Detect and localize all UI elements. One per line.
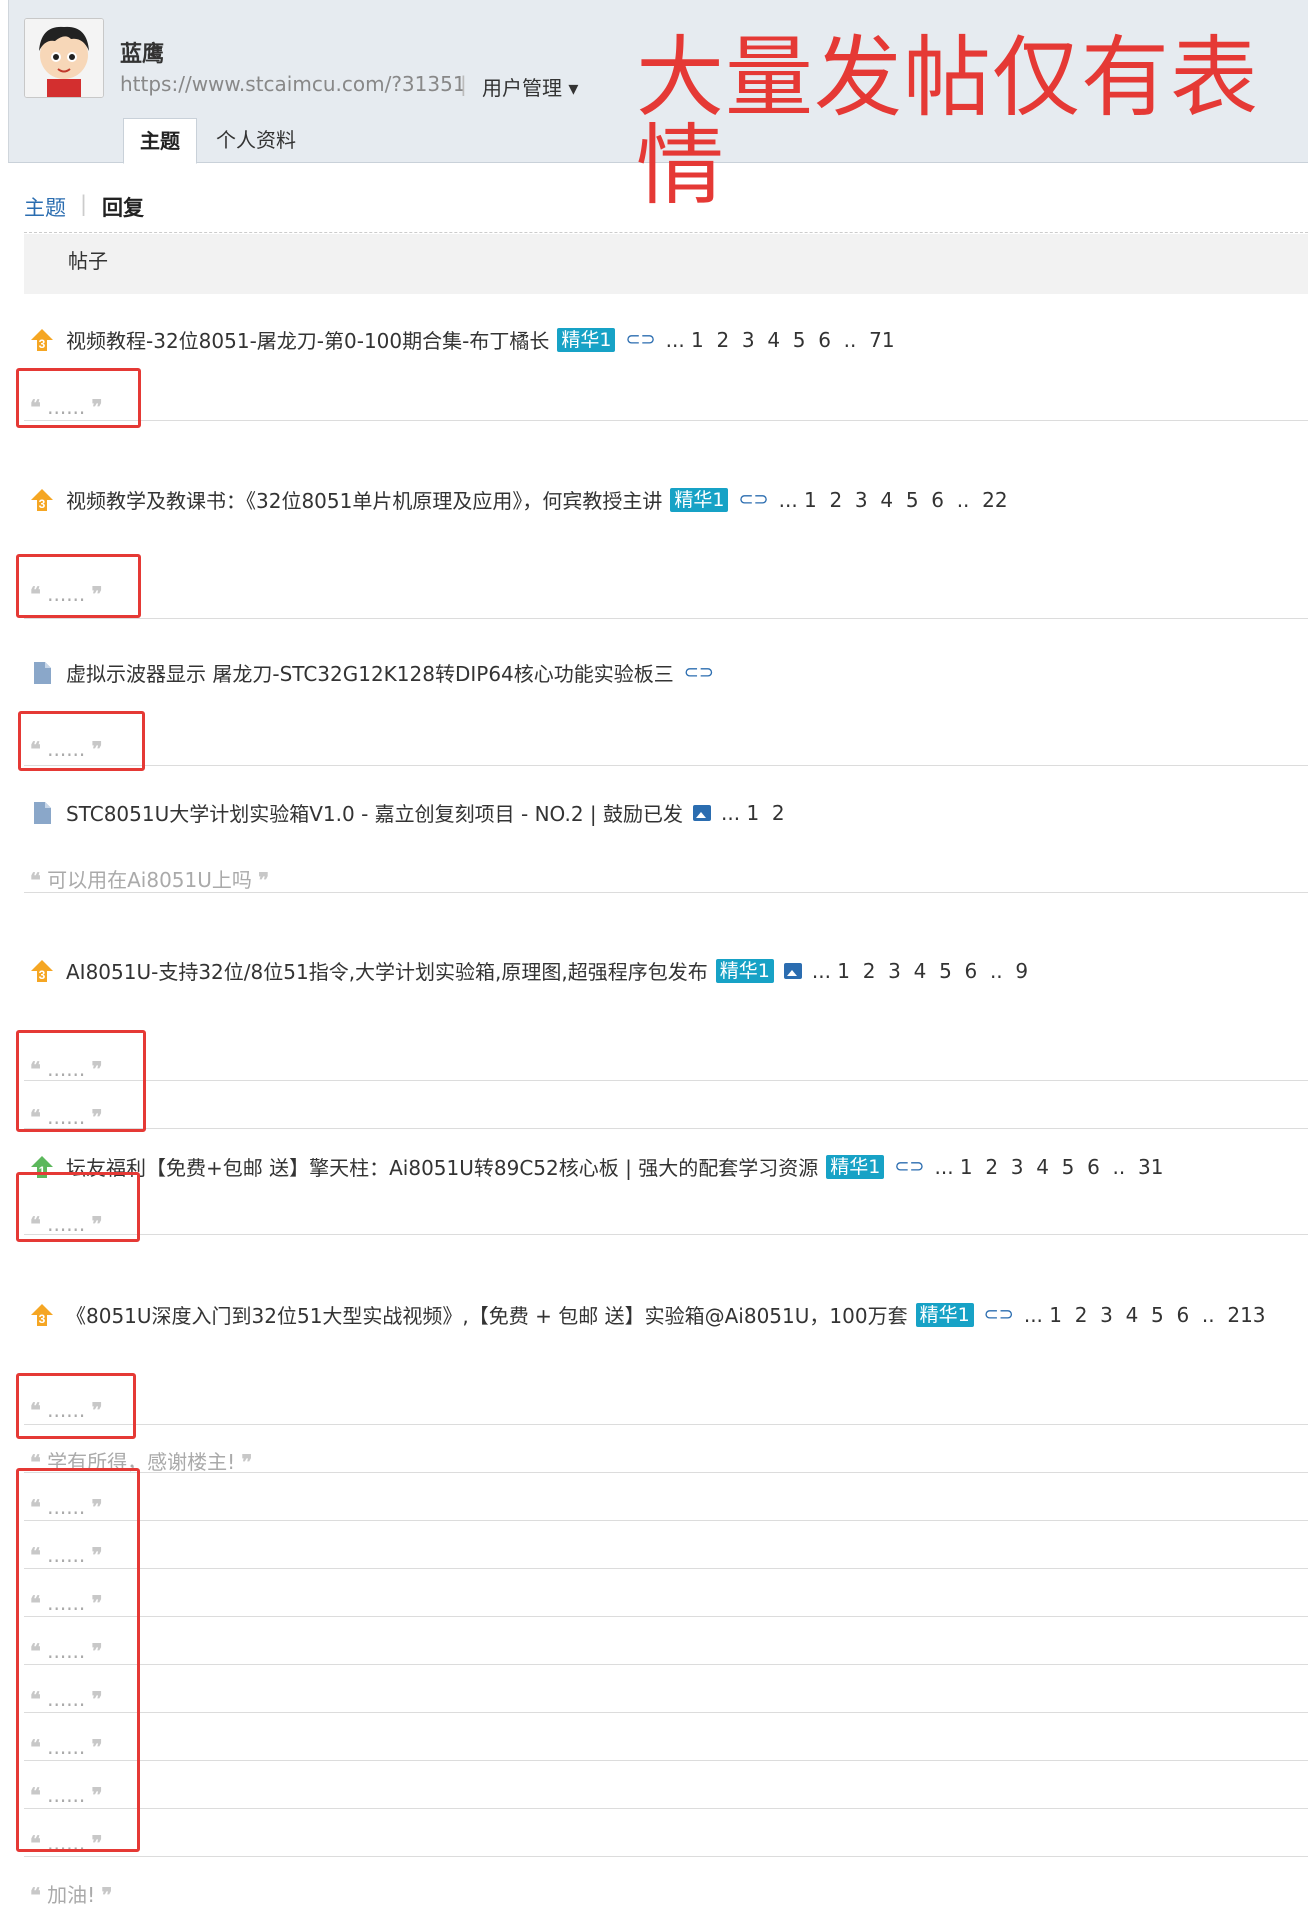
page-links[interactable]: ... 1 2 3 4 5 6 .. 31 (934, 1155, 1163, 1179)
thread-title[interactable]: 《8051U深度入门到32位51大型实战视频》,【免费 + 包邮 送】实验箱@A… (66, 1300, 908, 1329)
digest-badge: 精华1 (670, 487, 729, 512)
hot-3-icon: 3 (30, 1303, 54, 1327)
page-links[interactable]: ... 1 2 3 4 5 6 .. 71 (666, 328, 895, 352)
row-divider (24, 1616, 1308, 1617)
thread-row[interactable]: 3 视频教程-32位8051-屠龙刀-第0-100期合集-布丁橘长 精华1 ⊂⊃...… (30, 325, 895, 354)
hot-3-icon: 3 (30, 488, 54, 512)
annotation-highlight-box (18, 711, 145, 771)
subnav-separator: | (80, 192, 88, 216)
table-header (24, 234, 1308, 294)
user-manage-dropdown[interactable]: 用户管理 ▾ (482, 72, 578, 101)
attachment-icon: ⊂⊃ (683, 662, 714, 683)
digest-badge: 精华1 (826, 1154, 885, 1179)
profile-url[interactable]: https://www.stcaimcu.com/?31351 (120, 72, 466, 96)
tab-topics[interactable]: 主题 (123, 118, 197, 164)
annotation-highlight-box (16, 368, 141, 428)
digest-badge: 精华1 (915, 1302, 974, 1327)
image-icon (783, 962, 802, 979)
divider (24, 232, 1308, 233)
table-header-label: 帖子 (68, 249, 108, 273)
hot-3-icon: 3 (30, 959, 54, 983)
annotation-highlight-box (16, 554, 141, 618)
annotation-highlight-box (16, 1030, 146, 1132)
open-quote-icon: ❝ (30, 868, 41, 892)
row-divider (24, 765, 1308, 766)
thread-title[interactable]: 虚拟示波器显示 屠龙刀-STC32G12K128转DIP64核心功能实验板三 (66, 658, 674, 687)
annotation-highlight-box (16, 1373, 136, 1439)
row-divider (24, 1568, 1308, 1569)
page-links[interactable]: ... 1 2 3 4 5 6 .. 213 (1024, 1303, 1266, 1327)
attachment-icon: ⊂⊃ (738, 489, 769, 510)
close-quote-icon: ❞ (258, 868, 270, 892)
svg-text:3: 3 (39, 968, 46, 982)
hot-3-icon: 3 (30, 328, 54, 352)
row-divider (24, 1712, 1308, 1713)
thread-title[interactable]: 坛友福利【免费+包邮 送】擎天柱：Ai8051U转89C52核心板 | 强大的配… (66, 1152, 818, 1181)
row-divider (24, 1664, 1308, 1665)
annotation-highlight-box (16, 1172, 140, 1242)
row-divider (24, 1520, 1308, 1521)
row-divider (24, 1424, 1308, 1425)
thread-row[interactable]: 3 《8051U深度入门到32位51大型实战视频》,【免费 + 包邮 送】实验箱@… (30, 1300, 1266, 1329)
reply-text: 加油! (47, 1883, 96, 1907)
svg-text:3: 3 (39, 497, 46, 511)
tab-profile[interactable]: 个人资料 (200, 118, 312, 162)
thread-row[interactable]: 3 视频教学及教课书：《32位8051单片机原理及应用》，何宾教授主讲 精华1 ⊂⊃.… (30, 485, 1008, 514)
page-links[interactable]: ... 1 2 (721, 801, 785, 825)
attachment-icon: ⊂⊃ (983, 1304, 1014, 1325)
annotation-banner: 大量发帖仅有表情 (636, 26, 1260, 217)
header-separator: | (460, 72, 467, 96)
row-divider (24, 1234, 1308, 1235)
row-divider (24, 1856, 1308, 1857)
thread-row[interactable]: 1 坛友福利【免费+包邮 送】擎天柱：Ai8051U转89C52核心板 | 强大的… (30, 1152, 1163, 1181)
row-divider (24, 1472, 1308, 1473)
thread-title[interactable]: AI8051U-支持32位/8位51指令,大学计划实验箱,原理图,超强程序包发布 (66, 956, 708, 985)
row-divider (24, 1808, 1308, 1809)
reply-text: 可以用在Ai8051U上吗 (47, 868, 252, 892)
close-quote-icon: ❞ (101, 1883, 113, 1907)
row-divider (24, 618, 1308, 619)
open-quote-icon: ❝ (30, 1883, 41, 1907)
digest-badge: 精华1 (557, 327, 616, 352)
svg-text:3: 3 (39, 337, 46, 351)
image-icon (693, 804, 712, 821)
attachment-icon: ⊂⊃ (625, 329, 656, 350)
close-quote-icon: ❞ (241, 1450, 253, 1474)
subnav-replies[interactable]: 回复 (102, 192, 144, 222)
row-divider (24, 1760, 1308, 1761)
avatar[interactable] (24, 18, 104, 98)
subnav-topics[interactable]: 主题 (24, 192, 66, 222)
thread-title[interactable]: STC8051U大学计划实验箱V1.0 - 嘉立创复刻项目 - NO.2 | 鼓… (66, 798, 683, 827)
row-divider (24, 420, 1308, 421)
page-links[interactable]: ... 1 2 3 4 5 6 .. 22 (779, 488, 1008, 512)
thread-row[interactable]: STC8051U大学计划实验箱V1.0 - 嘉立创复刻项目 - NO.2 | 鼓… (30, 798, 785, 827)
attachment-icon: ⊂⊃ (894, 1156, 925, 1177)
document-icon (30, 661, 54, 685)
document-icon (30, 801, 54, 825)
avatar-cartoon-icon (25, 19, 103, 97)
row-divider (24, 1080, 1308, 1081)
row-divider (24, 892, 1308, 893)
page-links[interactable]: ... 1 2 3 4 5 6 .. 9 (812, 959, 1028, 983)
digest-badge: 精华1 (715, 958, 774, 983)
svg-text:3: 3 (39, 1312, 46, 1326)
thread-title[interactable]: 视频教程-32位8051-屠龙刀-第0-100期合集-布丁橘长 (66, 325, 549, 354)
annotation-highlight-box (16, 1468, 140, 1852)
thread-row[interactable]: 3 AI8051U-支持32位/8位51指令,大学计划实验箱,原理图,超强程序包发… (30, 956, 1028, 985)
username[interactable]: 蓝鹰 (120, 36, 164, 68)
reply-quote[interactable]: ❝ 可以用在Ai8051U上吗 ❞ (30, 864, 269, 893)
reply-quote[interactable]: ❝ 加油! ❞ (30, 1879, 112, 1908)
row-divider (24, 1128, 1308, 1129)
thread-row[interactable]: 虚拟示波器显示 屠龙刀-STC32G12K128转DIP64核心功能实验板三 ⊂⊃ (30, 658, 714, 687)
thread-title[interactable]: 视频教学及教课书：《32位8051单片机原理及应用》，何宾教授主讲 (66, 485, 662, 514)
